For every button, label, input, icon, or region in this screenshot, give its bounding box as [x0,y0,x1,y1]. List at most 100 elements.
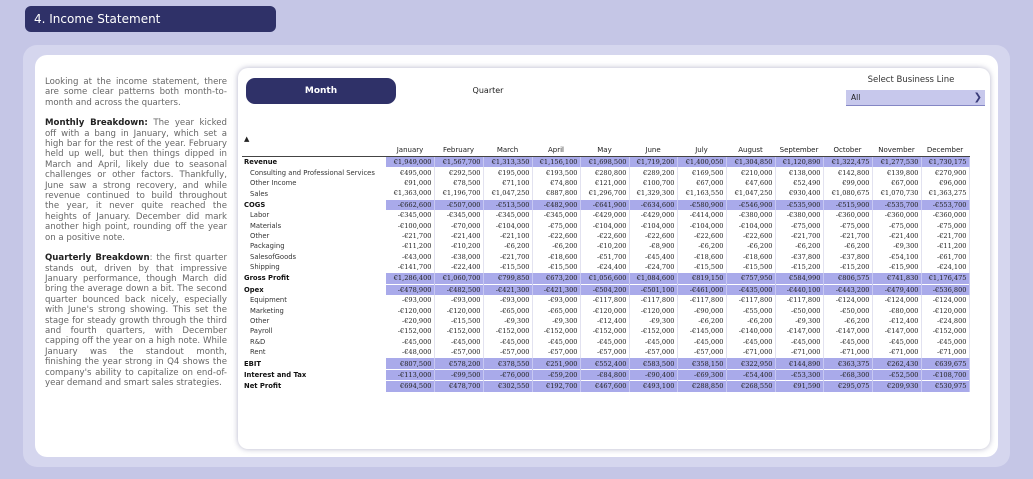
table-cell: €268,550 [726,380,776,392]
table-cell: -€75,000 [872,220,922,231]
column-header[interactable]: August [726,144,775,157]
table-cell: -€55,000 [726,305,776,316]
table-cell: €799,850 [483,272,533,285]
table-cell: -€461,000 [677,283,727,296]
table-cell: -€380,000 [775,209,824,221]
table-cell: -€22,600 [677,230,727,242]
table-cell: -€147,000 [775,326,824,337]
column-header[interactable]: May [580,144,629,157]
table-cell: €280,800 [580,167,630,178]
table-cell: €583,500 [629,357,678,370]
table-cell: €96,000 [921,177,970,189]
table-cell: -€18,600 [726,251,776,262]
table-row: Sales €1,363,000 €1,196,700 €1,047,250 €887,… [242,188,970,200]
table-cell: -€152,000 [386,326,435,337]
table-cell: €91,590 [775,380,824,392]
table-cell: -€536,800 [921,283,970,296]
column-header[interactable]: April [532,144,580,157]
table-cell: -€68,300 [823,368,873,381]
table-cell: -€54,100 [872,251,922,262]
column-header[interactable]: January [386,144,434,157]
row-label: R&D [250,337,266,346]
table-cell: €1,363,275 [921,188,970,200]
table-cell: -€45,000 [580,336,630,348]
table-cell: -€57,000 [629,347,678,358]
table-cell: €1,163,550 [677,188,727,200]
business-line-dropdown[interactable]: All ❯ [846,90,985,106]
table-cell: -€90,400 [629,368,678,381]
column-header[interactable]: December [921,144,969,157]
table-cell: €322,950 [726,357,776,370]
table-cell: -€9,300 [483,315,533,327]
table-cell: €1,060,700 [434,272,484,285]
column-header[interactable]: September [775,144,823,157]
table-row: Other -€20,900 -€15,500 -€9,300 -€9,300 -€12,… [242,315,970,327]
table-cell: -€662,600 [386,198,435,210]
table-row: Opex -€478,900 -€482,500 -€421,300 -€421,300… [242,283,970,296]
table-cell: €887,800 [532,188,581,200]
table-cell: -€61,700 [921,251,970,262]
table-cell: -€45,000 [386,336,435,348]
table-cell: €1,156,100 [532,156,581,168]
table-cell: -€53,300 [775,368,824,381]
table-cell: -€12,400 [872,315,922,327]
table-cell: -€152,000 [483,326,533,337]
table-row: Other Income €91,000 €78,500 €71,100 €74,800… [242,177,970,189]
table-cell: -€93,000 [532,295,581,306]
table-cell: -€9,300 [775,315,824,327]
table-cell: €1,304,850 [726,156,776,168]
table-cell: €378,550 [483,357,533,370]
quarter-toggle-button[interactable]: Quarter [413,78,563,104]
row-label: Materials [250,221,282,230]
table-cell: -€45,400 [629,251,678,262]
table-cell: €121,000 [580,177,630,189]
table-cell: €52,490 [775,177,824,189]
column-header[interactable]: July [677,144,726,157]
table-cell: -€69,300 [677,368,727,381]
table-cell: €584,990 [775,272,824,285]
table-row: Packaging -€11,200 -€10,200 -€6,200 -€6,200-… [242,241,970,252]
table-cell: -€57,000 [677,347,727,358]
column-header[interactable]: November [872,144,921,157]
table-cell: -€120,000 [921,305,970,316]
sort-up-icon[interactable]: ▲ [244,135,249,143]
table-cell: -€75,000 [775,220,824,231]
table-cell: €99,000 [823,177,873,189]
table-cell: €930,400 [775,188,824,200]
table-cell: -€104,000 [677,220,727,231]
table-cell: -€21,700 [386,230,435,242]
business-line-label: Select Business Line [867,75,955,85]
table-cell: €1,719,200 [629,156,678,168]
table-cell: -€45,000 [921,336,970,348]
table-cell: -€21,700 [775,230,824,242]
month-toggle-button[interactable]: Month [246,78,396,104]
table-row: Marketing -€120,000 -€120,000 -€65,000 -€65,… [242,305,970,316]
table-cell: -€553,700 [921,198,970,210]
table-cell: -€37,800 [823,251,873,262]
table-cell: -€124,000 [872,295,922,306]
table-cell: -€24,400 [580,261,630,273]
table-cell: -€43,000 [386,251,435,262]
table-cell: -€80,000 [872,305,922,316]
column-header[interactable]: June [629,144,677,157]
column-header[interactable]: October [823,144,872,157]
table-cell: -€65,000 [532,305,581,316]
table-cell: -€120,000 [434,305,484,316]
table-cell: -€429,000 [629,209,678,221]
table-row: Other -€21,700 -€21,400 -€21,100 -€22,600 -€2… [242,230,970,242]
table-cell: €358,150 [677,357,727,370]
table-row: Interest and Tax -€113,000 -€99,500 -€76,00… [242,368,970,381]
table-cell: -€104,000 [629,220,678,231]
column-header[interactable]: March [483,144,532,157]
table-cell: -€443,200 [823,283,873,296]
row-label: Packaging [250,242,285,251]
column-header[interactable]: February [434,144,483,157]
table-cell: -€117,800 [580,295,630,306]
table-cell: -€117,800 [629,295,678,306]
table-cell: €1,047,250 [726,188,776,200]
table-cell: -€76,000 [483,368,533,381]
table-cell: -€580,900 [677,198,727,210]
table-cell: -€12,400 [580,315,630,327]
income-statement-table: January February March April May June Ju… [242,144,970,392]
table-cell: -€9,300 [532,315,581,327]
